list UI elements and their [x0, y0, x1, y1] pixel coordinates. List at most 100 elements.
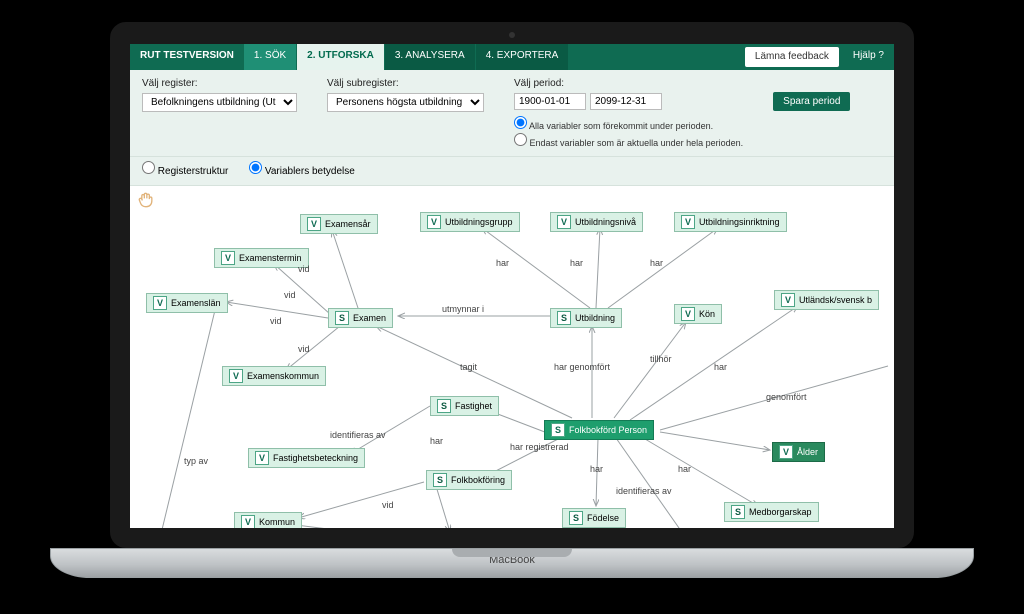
node-alder[interactable]: V Ålder [772, 442, 825, 462]
node-examenstermin[interactable]: V Examenstermin [214, 248, 309, 268]
app-screen: RUT TESTVERSION 1. SÖK 2. UTFORSKA 3. AN… [130, 44, 894, 528]
edge-label-vid5: vid [382, 500, 394, 510]
node-kommun[interactable]: V Kommun [234, 512, 302, 528]
graph-canvas[interactable]: VExamensårVExamensterminVExamenslänSExam… [130, 186, 894, 528]
edge-label-har5: har [430, 436, 443, 446]
node-fodelse[interactable]: SFödelse [562, 508, 626, 528]
node-badge: S [433, 473, 447, 487]
node-label: Utländsk/svensk b [799, 295, 872, 305]
period-col: Välj period: Alla variabler som förekomm… [514, 78, 743, 150]
subregister-select[interactable]: Personens högsta utbildning [327, 93, 484, 112]
save-col: Spara period [773, 78, 850, 150]
feedback-button[interactable]: Lämna feedback [745, 47, 839, 67]
step-utforska[interactable]: 2. UTFORSKA [297, 44, 385, 70]
node-label: Examenstermin [239, 253, 302, 263]
node-kon[interactable]: VKön [674, 304, 722, 324]
node-badge: V [779, 445, 793, 459]
edge-label-identifieras_av1: identifieras av [330, 430, 386, 440]
node-examenskommun[interactable]: V Examenskommun [222, 366, 326, 386]
node-label: Folkbokförd Person [569, 425, 647, 435]
node-label: Examenslän [171, 298, 221, 308]
node-utbildning[interactable]: SUtbildning [550, 308, 622, 328]
app-title: RUT TESTVERSION [130, 44, 244, 70]
laptop-frame: RUT TESTVERSION 1. SÖK 2. UTFORSKA 3. AN… [50, 20, 974, 594]
mode-registerstruktur[interactable]: Registerstruktur [142, 166, 228, 177]
node-fastighet[interactable]: S Fastighet [430, 396, 499, 416]
register-label: Välj register: [142, 78, 297, 89]
radio-current[interactable] [514, 133, 527, 146]
node-badge: V [241, 515, 255, 528]
node-label: Kön [699, 309, 715, 319]
edge-label-vid1: vid [298, 264, 310, 274]
node-badge: V [229, 369, 243, 383]
node-badge: V [681, 215, 695, 229]
step-exportera[interactable]: 4. EXPORTERA [476, 44, 570, 70]
node-folkbokforing[interactable]: S Folkbokföring [426, 470, 512, 490]
node-medborgarskap[interactable]: SMedborgarskap [724, 502, 819, 522]
node-examen[interactable]: SExamen [328, 308, 393, 328]
edge-label-genomfort: genomfört [766, 392, 807, 402]
node-label: Ålder [797, 447, 818, 457]
node-badge: V [781, 293, 795, 307]
radio-all[interactable] [514, 116, 527, 129]
step-analysera[interactable]: 3. ANALYSERA [385, 44, 476, 70]
node-label: Kommun [259, 517, 295, 527]
subregister-label: Välj subregister: [327, 78, 484, 89]
laptop-base: MacBook [50, 548, 974, 578]
period-radios: Alla variabler som förekommit under peri… [514, 114, 743, 150]
node-badge: V [255, 451, 269, 465]
node-label: Examenskommun [247, 371, 319, 381]
step-sok[interactable]: 1. SÖK [244, 44, 297, 70]
node-badge: S [551, 423, 565, 437]
node-fastighetsbeteckning[interactable]: V Fastighetsbeteckning [248, 448, 365, 468]
topbar-spacer [569, 44, 741, 70]
date-to-input[interactable] [590, 93, 662, 110]
radio-current-label[interactable]: Endast variabler som är aktuella under h… [514, 133, 743, 148]
node-label: Fastighetsbeteckning [273, 453, 358, 463]
edge-label-har2: har [570, 258, 583, 268]
edge-label-utmynnar_i: utmynnar i [442, 304, 484, 314]
node-utbildningsinriktning[interactable]: V Utbildningsinriktning [674, 212, 787, 232]
node-badge: V [307, 217, 321, 231]
node-folkbokford_person[interactable]: S Folkbokförd Person [544, 420, 654, 440]
edge-label-har7: har [678, 464, 691, 474]
edge-label-har3: har [650, 258, 663, 268]
node-utbildningsniva[interactable]: V Utbildningsnivå [550, 212, 643, 232]
pan-hand-icon[interactable] [136, 190, 156, 215]
topbar: RUT TESTVERSION 1. SÖK 2. UTFORSKA 3. AN… [130, 44, 894, 70]
node-label: Utbildningsnivå [575, 217, 636, 227]
radio-all-label[interactable]: Alla variabler som förekommit under peri… [514, 116, 743, 131]
edge-label-har1: har [496, 258, 509, 268]
register-col: Välj register: Befolkningens utbildning … [142, 78, 297, 150]
edge-label-vid3: vid [270, 316, 282, 326]
edge-label-har6: har [590, 464, 603, 474]
node-utlandsk_svensk[interactable]: V Utländsk/svensk b [774, 290, 879, 310]
node-label: Födelse [587, 513, 619, 523]
edge-label-har_registrerad: har registrerad [510, 442, 569, 452]
node-label: Folkbokföring [451, 475, 505, 485]
mode-variablers-betydelse[interactable]: Variablers betydelse [249, 166, 355, 177]
save-period-button[interactable]: Spara period [773, 92, 850, 111]
node-examenslan[interactable]: V Examenslän [146, 293, 228, 313]
node-utbildningsgrupp[interactable]: V Utbildningsgrupp [420, 212, 520, 232]
node-label: Examensår [325, 219, 371, 229]
node-badge: V [557, 215, 571, 229]
node-label: Utbildningsinriktning [699, 217, 780, 227]
help-button[interactable]: Hjälp ? [843, 44, 894, 70]
node-badge: V [153, 296, 167, 310]
camera-dot [509, 32, 515, 38]
node-badge: V [221, 251, 235, 265]
controls-row: Välj register: Befolkningens utbildning … [130, 70, 894, 157]
node-label: Medborgarskap [749, 507, 812, 517]
node-badge: S [437, 399, 451, 413]
date-from-input[interactable] [514, 93, 586, 110]
edge-label-tagit: tagit [460, 362, 477, 372]
node-label: Utbildningsgrupp [445, 217, 513, 227]
period-label: Välj period: [514, 78, 743, 89]
register-select[interactable]: Befolkningens utbildning (Ut [142, 93, 297, 112]
node-badge: V [427, 215, 441, 229]
node-label: Fastighet [455, 401, 492, 411]
node-examensar[interactable]: V Examensår [300, 214, 378, 234]
node-label: Examen [353, 313, 386, 323]
edge-label-vid2: vid [284, 290, 296, 300]
